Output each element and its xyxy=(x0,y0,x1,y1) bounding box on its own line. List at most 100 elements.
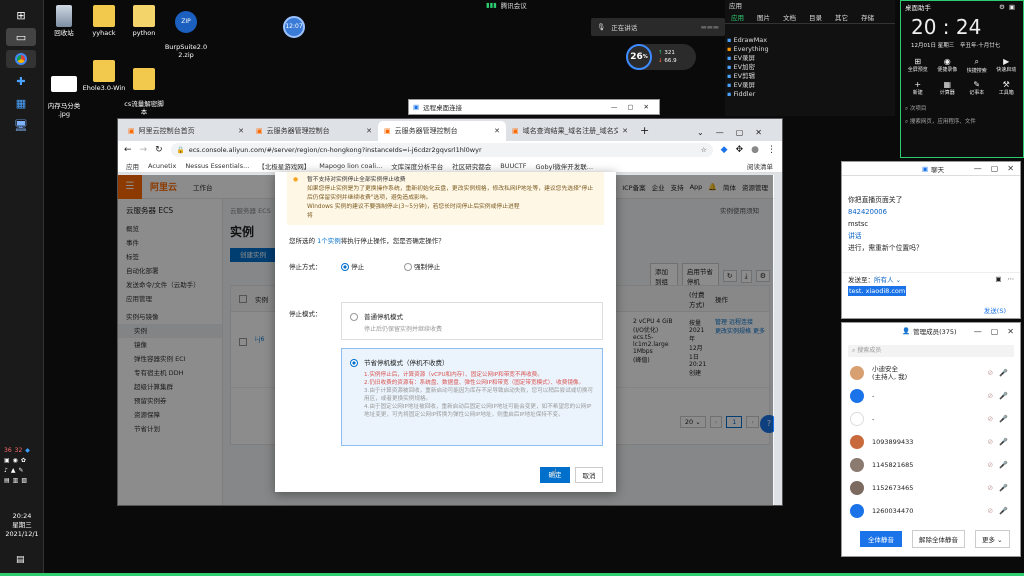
search-tab-apps[interactable]: 应用 xyxy=(731,12,744,22)
search-tab-images[interactable]: 图片 xyxy=(757,12,770,22)
search-result-item[interactable]: ▪ Fiddler xyxy=(727,90,895,99)
member-mic-video-icons[interactable]: ⊘🎤 xyxy=(987,415,1020,423)
member-mic-video-icons[interactable]: ⊘🎤 xyxy=(987,369,1020,377)
bookmark-3[interactable]: 【北极星游戏网】 xyxy=(258,161,310,171)
tab-aliyun-home[interactable]: ▣ 阿里云控制台首页 ✕ xyxy=(122,121,250,141)
back-icon[interactable]: ← xyxy=(124,145,132,155)
meeting-top-bar[interactable]: ▮▮▮ 腾讯会议 xyxy=(486,0,527,10)
tray-row-icons[interactable]: ▤▥▧ xyxy=(4,476,42,486)
member-row[interactable]: - ⊘🎤 xyxy=(842,384,1020,407)
new-tab-icon[interactable]: + xyxy=(640,124,649,137)
force-stop-radio[interactable]: 强制停止 xyxy=(404,261,440,271)
extension-icon[interactable]: ◆ xyxy=(721,145,728,155)
member-mic-video-icons[interactable]: ⊘🎤 xyxy=(987,438,1020,446)
mode-save-option[interactable]: 节省停机模式（停机不收费） 1.实例停止后，计算资源（vCPU和内存）、固定公网… xyxy=(341,348,603,446)
action-toolbox[interactable]: ⚒ 工具箱 xyxy=(992,80,1022,96)
bookmark-5[interactable]: 文库深度分析平台 xyxy=(391,161,443,171)
search-result-item[interactable]: ▪ EV加密 xyxy=(727,63,895,72)
member-row[interactable]: 1260034470 ⊘🎤 xyxy=(842,499,1020,522)
mode-normal-radio[interactable] xyxy=(350,313,358,321)
search-result-item[interactable]: ▪ EV录屏 xyxy=(727,81,895,90)
close-icon[interactable]: ✕ xyxy=(1007,327,1014,336)
chrome-icon[interactable] xyxy=(6,50,36,68)
close-tab-icon[interactable]: ✕ xyxy=(622,127,628,135)
member-mic-video-icons[interactable]: ⊘🎤 xyxy=(987,392,1020,400)
assistant-search-2[interactable]: ⌕ 搜索网页，应用程序、文件 xyxy=(905,117,1019,126)
bookmark-4[interactable]: Mapogo lion coali... xyxy=(319,162,382,170)
bookmark-apps[interactable]: 应用 xyxy=(126,161,139,171)
menu-icon[interactable]: ⋮ xyxy=(767,145,776,155)
image-icon[interactable]: ▣ xyxy=(995,275,1001,283)
mode-normal-option[interactable]: 普通停机模式 停止后仍保留实例并继续收费 xyxy=(341,302,603,340)
search-tab-docs[interactable]: 文档 xyxy=(783,12,796,22)
close-tab-icon[interactable]: ✕ xyxy=(494,127,500,135)
close-icon[interactable]: ✕ xyxy=(1007,164,1014,173)
minimize-icon[interactable]: — xyxy=(974,327,982,336)
tab-domain-search[interactable]: ▣ 域名查询结果_域名注册_域名交易 ✕ xyxy=(506,121,634,141)
member-row[interactable]: 小迪安全 (主持人, 我) ⊘🎤 xyxy=(842,361,1020,384)
member-row[interactable]: 1152673465 ⊘🎤 xyxy=(842,476,1020,499)
search-result-item[interactable]: ▪ EV剪辑 xyxy=(727,72,895,81)
tray-row-icons[interactable]: ▣◉✿ xyxy=(4,456,42,466)
action-record[interactable]: ◉ 便捷录像 xyxy=(933,57,963,74)
profile-icon[interactable]: ● xyxy=(751,145,759,155)
url-field[interactable]: 🔒 ecs.console.aliyun.com/#/server/region… xyxy=(170,143,713,157)
chat-input[interactable]: test. xiaodi8.com xyxy=(842,284,1020,304)
puzzle-icon[interactable]: ✥ xyxy=(736,145,744,155)
reload-icon[interactable]: ↻ xyxy=(155,145,163,155)
action-search[interactable]: ⌕ 快捷搜索 xyxy=(962,57,992,74)
desktop-icon-cs-script[interactable]: cs流量解密脚 本 xyxy=(118,60,170,124)
stop-radio[interactable]: 停止 xyxy=(341,261,364,271)
send-button[interactable]: 发送(S) xyxy=(984,305,1006,315)
floating-clock-bubble[interactable]: 12:07 xyxy=(283,16,305,38)
pin-icon[interactable]: ✚ xyxy=(6,72,36,90)
tab-ecs-console-active[interactable]: ▣ 云服务器管理控制台 ✕ xyxy=(378,121,506,141)
mode-save-radio[interactable] xyxy=(350,359,358,367)
maximize-icon[interactable]: ▢ xyxy=(991,164,999,173)
cancel-button[interactable]: 取消 xyxy=(575,467,603,483)
bookmark-8[interactable]: Gobyl微伴开发联... xyxy=(536,161,594,171)
search-result-item[interactable]: ▪ EV录屏 xyxy=(727,54,895,63)
member-mic-video-icons[interactable]: ⊘🎤 xyxy=(987,507,1020,515)
action-notepad[interactable]: ✎ 记事本 xyxy=(962,80,992,96)
minimize-icon[interactable]: — xyxy=(974,164,982,173)
speaking-bar[interactable]: 🎙 正在讲话 ▬▬▬ xyxy=(591,18,725,36)
network-widget[interactable]: 26% ↑ 321 ↓ 66.9 xyxy=(626,44,696,70)
tab-ecs-console[interactable]: ▣ 云服务器管理控制台 ✕ xyxy=(250,121,378,141)
search-tab-dirs[interactable]: 目录 xyxy=(809,12,822,22)
search-result-item[interactable]: ▪ Everything xyxy=(727,45,895,54)
selected-instances-link[interactable]: 1个实例 xyxy=(317,237,341,245)
unmute-all-button[interactable]: 解除全体静音 xyxy=(912,530,965,548)
member-mic-video-icons[interactable]: ⊘🎤 xyxy=(987,461,1020,469)
action-launch[interactable]: ▶ 快速启动 xyxy=(992,57,1022,74)
bookmark-acunetix[interactable]: Acunetix xyxy=(148,162,176,170)
assistant-controls[interactable]: ⚙▣ xyxy=(999,3,1019,11)
windows-start-icon[interactable]: ⊞ xyxy=(6,6,36,24)
notification-icon[interactable]: ▤ xyxy=(16,555,25,565)
action-calculator[interactable]: ▦ 计算器 xyxy=(933,80,963,96)
more-button[interactable]: 更多 ⌄ xyxy=(975,530,1010,548)
desktop-icon[interactable]: ▭ xyxy=(6,28,36,46)
maximize-icon[interactable]: ▢ xyxy=(991,327,999,336)
shield-icon[interactable]: ◆ xyxy=(25,446,30,456)
desktop-icon-burpsuite[interactable]: ZIP BurpSuite2.0 2.zip xyxy=(160,3,212,67)
member-row[interactable]: 1093899433 ⊘🎤 xyxy=(842,430,1020,453)
bookmark-star-icon[interactable]: ☆ xyxy=(701,146,707,154)
chart-app-icon[interactable]: ▦ xyxy=(6,94,36,112)
more-icon[interactable]: ⋯ xyxy=(1008,275,1015,283)
assistant-search-1[interactable]: ⌕ 次项目 xyxy=(905,104,1019,113)
members-search[interactable]: ⌕ 搜索成员 xyxy=(848,345,1014,357)
bookmark-6[interactable]: 社区研究都会 xyxy=(452,161,491,171)
bookmark-nessus[interactable]: Nessus Essentials... xyxy=(185,162,249,170)
remote-desktop-icon[interactable]: 🖥 xyxy=(6,116,36,134)
search-result-item[interactable]: ▪ EdrawMax xyxy=(727,36,895,45)
search-tab-other[interactable]: 其它 xyxy=(835,12,848,22)
bookmark-reading-list[interactable]: 阅读清单 xyxy=(747,161,773,171)
action-new[interactable]: + 新建 xyxy=(903,80,933,96)
member-mic-video-icons[interactable]: ⊘🎤 xyxy=(987,484,1020,492)
taskbar-clock[interactable]: 20:24 星期三 2021/12/1 xyxy=(0,512,44,539)
member-row[interactable]: 1145821685 ⊘🎤 xyxy=(842,453,1020,476)
member-row[interactable]: - ⊘🎤 xyxy=(842,407,1020,430)
tray-row-icons[interactable]: ♪▲✎ xyxy=(4,466,42,476)
close-tab-icon[interactable]: ✕ xyxy=(238,127,244,135)
